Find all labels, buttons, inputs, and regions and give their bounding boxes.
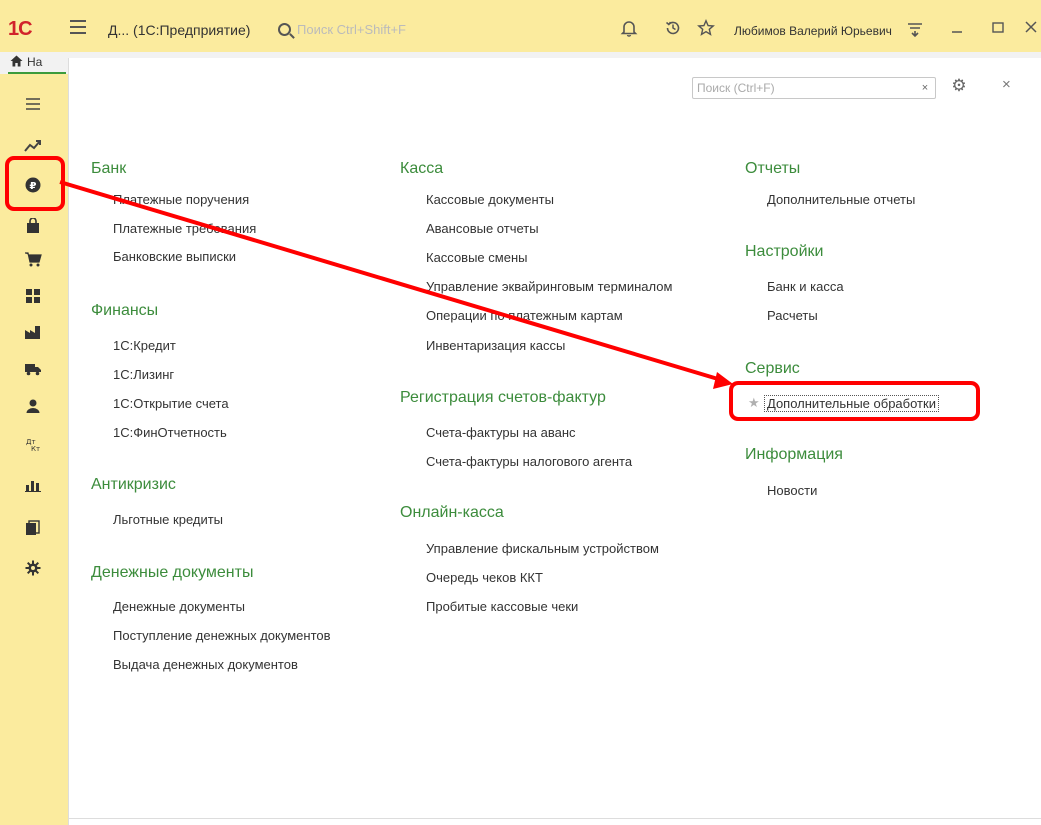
annotation-arrow (59, 180, 733, 389)
